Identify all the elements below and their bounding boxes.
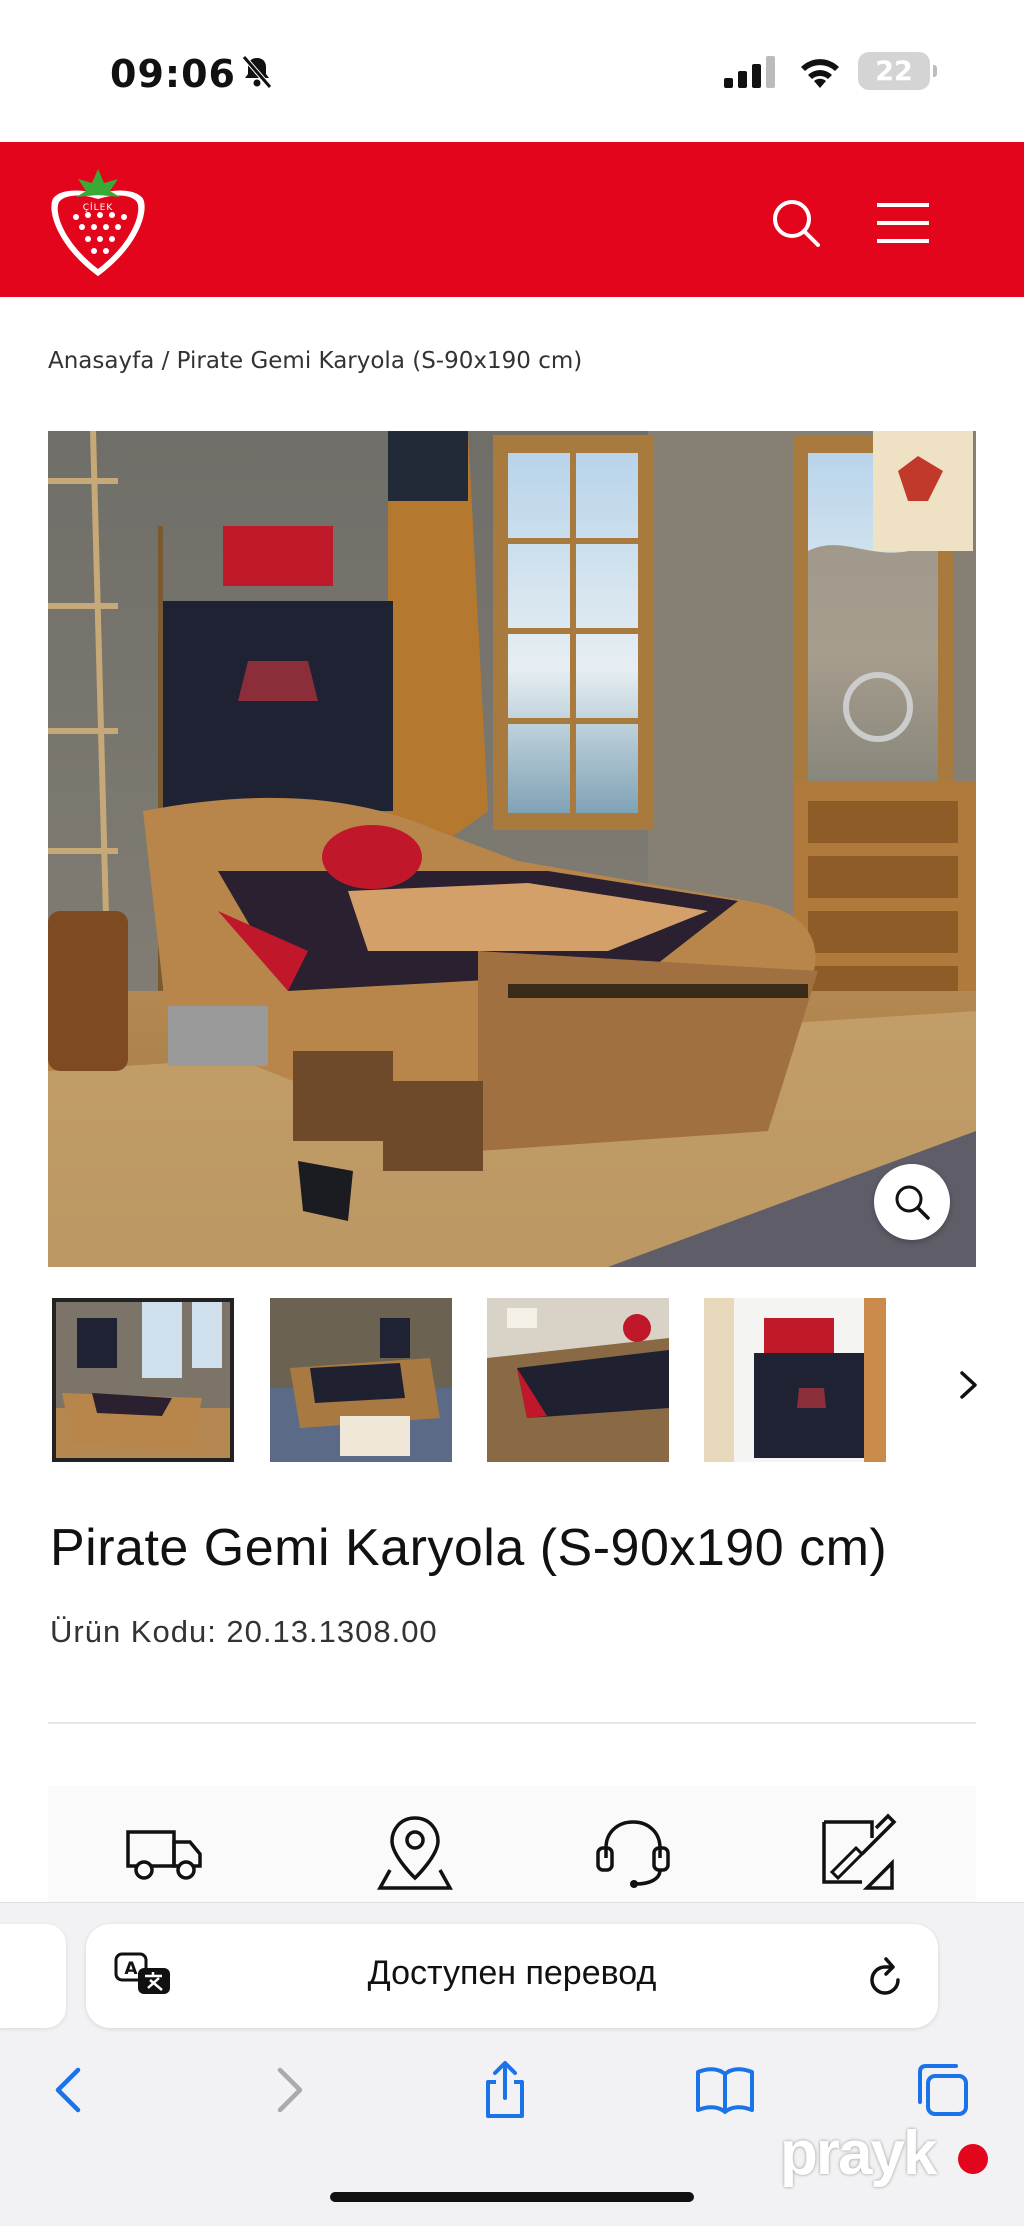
previous-tab-card[interactable] <box>0 1924 66 2028</box>
home-indicator <box>330 2192 694 2202</box>
thumbnail-strip <box>52 1298 982 1462</box>
watermark-dot <box>958 2144 988 2174</box>
zoom-button[interactable] <box>874 1164 950 1240</box>
strawberry-logo[interactable]: ÇİLEK <box>48 165 148 277</box>
thumbnails-next-chevron-icon[interactable] <box>958 1370 980 1400</box>
back-arrow-icon[interactable] <box>52 2060 84 2120</box>
reload-icon[interactable] <box>864 1952 908 2000</box>
logo-text: ÇİLEK <box>83 202 114 213</box>
status-time: 09:06 <box>110 52 236 96</box>
forward-arrow-icon[interactable] <box>274 2060 306 2120</box>
watermark-text: prayk <box>780 2119 937 2188</box>
wifi-icon <box>801 59 839 88</box>
address-bar[interactable]: A Доступен перевод <box>86 1924 938 2028</box>
location-pin-icon[interactable] <box>370 1808 460 1898</box>
share-icon[interactable] <box>480 2060 530 2120</box>
design-blueprint-icon[interactable] <box>812 1808 902 1898</box>
battery-icon: 22 <box>858 52 937 90</box>
thumbnail-3[interactable] <box>487 1298 669 1462</box>
thumbnail-4[interactable] <box>704 1298 886 1462</box>
translation-available-text: Доступен перевод <box>367 1954 657 1992</box>
product-title: Pirate Gemi Karyola (S-90x190 cm) <box>50 1519 888 1577</box>
breadcrumb[interactable]: Anasayfa / Pirate Gemi Karyola (S-90x190… <box>48 348 582 374</box>
status-bar: 09:06 22 <box>0 0 1024 142</box>
delivery-truck-icon[interactable] <box>120 1808 210 1898</box>
tabs-overview-icon[interactable] <box>914 2060 972 2120</box>
site-header: ÇİLEK <box>0 142 1024 297</box>
pirate-bed-photo <box>48 431 976 1267</box>
divider <box>48 1722 976 1724</box>
search-icon[interactable] <box>770 197 822 249</box>
cellular-signal-icon <box>724 56 775 88</box>
feature-icons-row <box>48 1786 976 1906</box>
silent-bell-icon <box>242 55 272 89</box>
customer-support-headset-icon[interactable] <box>588 1808 678 1898</box>
thumbnail-2[interactable] <box>270 1298 452 1462</box>
zoom-magnifier-icon <box>895 1185 930 1220</box>
bookmarks-book-icon[interactable] <box>694 2060 756 2120</box>
hamburger-menu-icon[interactable] <box>875 200 931 246</box>
product-main-image[interactable]: prayk <box>48 431 976 1267</box>
product-code: Ürün Kodu: 20.13.1308.00 <box>50 1614 438 1649</box>
thumbnail-1[interactable] <box>52 1298 234 1462</box>
